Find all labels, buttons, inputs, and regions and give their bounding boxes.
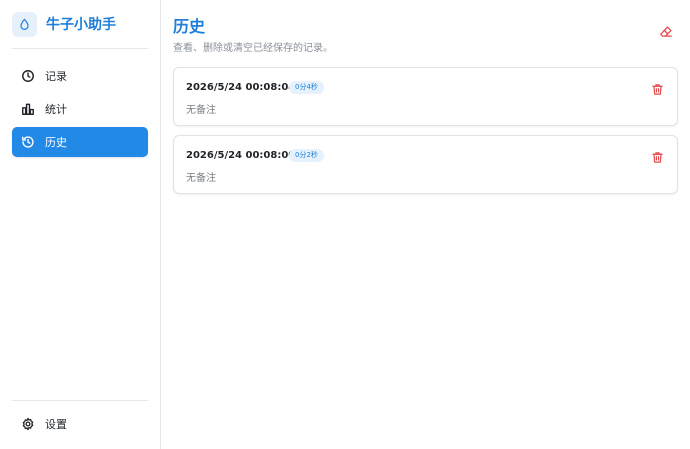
- record-datetime: 2026/5/24 00:08:00: [186, 150, 296, 161]
- history-icon: [21, 135, 35, 149]
- clear-all-button[interactable]: [657, 24, 675, 42]
- sidebar-divider: [12, 48, 148, 49]
- duration-badge: 0分2秒: [289, 149, 324, 162]
- bar-chart-icon: [21, 102, 35, 116]
- page-title: 历史: [173, 17, 206, 36]
- sidebar-item-history[interactable]: 历史: [12, 127, 148, 157]
- delete-record-button[interactable]: [649, 150, 665, 166]
- app-brand: 牛子小助手: [12, 11, 116, 37]
- history-card: 2026/5/24 00:08:04 0分4秒 无备注: [173, 67, 678, 126]
- history-card: 2026/5/24 00:08:00 0分2秒 无备注: [173, 135, 678, 194]
- sidebar-item-settings[interactable]: 设置: [12, 409, 148, 439]
- trash-icon: [651, 149, 664, 168]
- sidebar-item-label: 历史: [45, 136, 67, 149]
- delete-record-button[interactable]: [649, 82, 665, 98]
- page-subtitle: 查看、删除或清空已经保存的记录。: [173, 43, 333, 54]
- sidebar-item-label: 记录: [45, 70, 67, 83]
- record-datetime: 2026/5/24 00:08:04: [186, 82, 296, 93]
- sidebar-divider: [12, 400, 148, 401]
- record-note: 无备注: [186, 173, 216, 184]
- sidebar: 牛子小助手 记录 统计 历史 设置: [0, 0, 161, 449]
- clock-icon: [21, 69, 35, 83]
- app-title: 牛子小助手: [46, 17, 116, 33]
- gear-icon: [21, 417, 35, 431]
- sidebar-item-record[interactable]: 记录: [12, 61, 148, 91]
- sidebar-item-label: 统计: [45, 103, 67, 116]
- eraser-icon: [659, 24, 673, 43]
- main-content: 历史 查看、删除或清空已经保存的记录。 2026/5/24 00:08:04 0…: [161, 0, 690, 449]
- sidebar-item-label: 设置: [45, 418, 67, 431]
- trash-icon: [651, 81, 664, 100]
- duration-badge: 0分4秒: [289, 81, 324, 94]
- record-note: 无备注: [186, 105, 216, 116]
- droplet-icon: [12, 11, 37, 37]
- sidebar-item-stats[interactable]: 统计: [12, 94, 148, 124]
